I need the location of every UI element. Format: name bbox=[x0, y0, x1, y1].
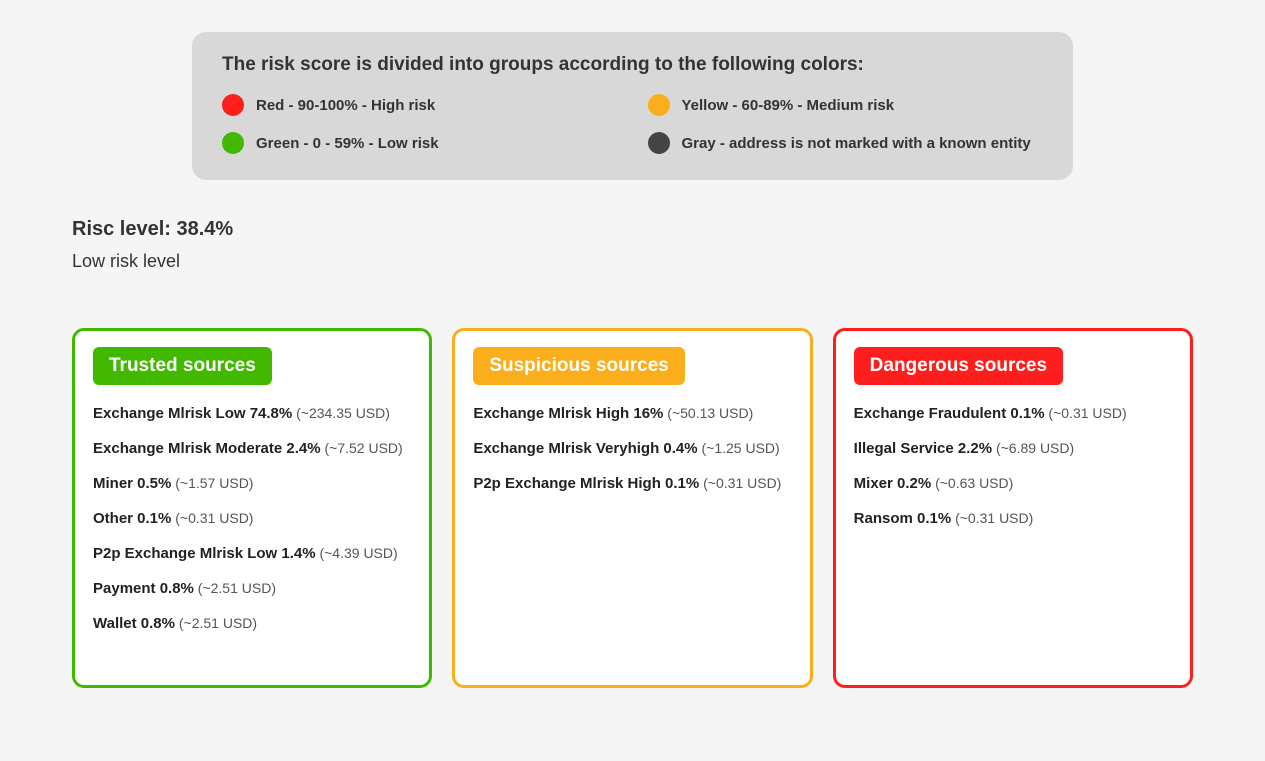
card-trusted: Trusted sources Exchange Mlrisk Low 74.8… bbox=[72, 328, 432, 688]
item-name: Illegal Service 2.2% bbox=[854, 440, 992, 457]
item-name: Exchange Mlrisk Moderate 2.4% bbox=[93, 440, 321, 457]
item-usd: (~0.31 USD) bbox=[1045, 405, 1127, 421]
item-name: Exchange Mlrisk High 16% bbox=[473, 405, 663, 422]
item-name: Miner 0.5% bbox=[93, 475, 171, 492]
legend-box: The risk score is divided into groups ac… bbox=[192, 32, 1073, 180]
card-title-dangerous: Dangerous sources bbox=[854, 347, 1063, 385]
legend-text-red: Red - 90-100% - High risk bbox=[256, 97, 435, 114]
list-item: Wallet 0.8% (~2.51 USD) bbox=[93, 613, 411, 634]
list-item: Ransom 0.1% (~0.31 USD) bbox=[854, 508, 1172, 529]
list-item: Other 0.1% (~0.31 USD) bbox=[93, 508, 411, 529]
card-suspicious: Suspicious sources Exchange Mlrisk High … bbox=[452, 328, 812, 688]
legend-text-gray: Gray - address is not marked with a know… bbox=[682, 135, 1031, 152]
item-usd: (~1.57 USD) bbox=[171, 475, 253, 491]
list-item: Miner 0.5% (~1.57 USD) bbox=[93, 473, 411, 494]
card-trusted-items: Exchange Mlrisk Low 74.8% (~234.35 USD)E… bbox=[93, 403, 411, 634]
dot-green-icon bbox=[222, 132, 244, 154]
list-item: Exchange Mlrisk High 16% (~50.13 USD) bbox=[473, 403, 791, 424]
risk-level: Risc level: 38.4% bbox=[72, 218, 1193, 241]
item-usd: (~2.51 USD) bbox=[194, 580, 276, 596]
item-name: Exchange Fraudulent 0.1% bbox=[854, 405, 1045, 422]
legend-item-red: Red - 90-100% - High risk bbox=[222, 94, 618, 116]
legend-item-gray: Gray - address is not marked with a know… bbox=[648, 132, 1044, 154]
page-container: The risk score is divided into groups ac… bbox=[0, 32, 1265, 728]
item-usd: (~50.13 USD) bbox=[663, 405, 753, 421]
list-item: Exchange Mlrisk Moderate 2.4% (~7.52 USD… bbox=[93, 438, 411, 459]
item-name: Exchange Mlrisk Low 74.8% bbox=[93, 405, 292, 422]
list-item: Exchange Mlrisk Veryhigh 0.4% (~1.25 USD… bbox=[473, 438, 791, 459]
item-name: Payment 0.8% bbox=[93, 580, 194, 597]
item-usd: (~0.63 USD) bbox=[931, 475, 1013, 491]
card-dangerous: Dangerous sources Exchange Fraudulent 0.… bbox=[833, 328, 1193, 688]
list-item: P2p Exchange Mlrisk Low 1.4% (~4.39 USD) bbox=[93, 543, 411, 564]
item-name: Exchange Mlrisk Veryhigh 0.4% bbox=[473, 440, 697, 457]
list-item: Exchange Fraudulent 0.1% (~0.31 USD) bbox=[854, 403, 1172, 424]
legend-grid: Red - 90-100% - High risk Yellow - 60-89… bbox=[222, 94, 1043, 154]
item-usd: (~6.89 USD) bbox=[992, 440, 1074, 456]
item-name: Ransom 0.1% bbox=[854, 510, 952, 527]
item-usd: (~1.25 USD) bbox=[698, 440, 780, 456]
item-usd: (~0.31 USD) bbox=[699, 475, 781, 491]
item-usd: (~7.52 USD) bbox=[321, 440, 403, 456]
list-item: Illegal Service 2.2% (~6.89 USD) bbox=[854, 438, 1172, 459]
list-item: Payment 0.8% (~2.51 USD) bbox=[93, 578, 411, 599]
dot-red-icon bbox=[222, 94, 244, 116]
risk-level-description: Low risk level bbox=[72, 251, 1193, 272]
card-dangerous-items: Exchange Fraudulent 0.1% (~0.31 USD) Ille… bbox=[854, 403, 1172, 529]
item-name: P2p Exchange Mlrisk Low 1.4% bbox=[93, 545, 316, 562]
list-item: P2p Exchange Mlrisk High 0.1% (~0.31 USD… bbox=[473, 473, 791, 494]
cards-row: Trusted sources Exchange Mlrisk Low 74.8… bbox=[72, 328, 1193, 688]
card-title-suspicious: Suspicious sources bbox=[473, 347, 685, 385]
card-suspicious-items: Exchange Mlrisk High 16% (~50.13 USD)Exc… bbox=[473, 403, 791, 494]
list-item: Mixer 0.2% (~0.63 USD) bbox=[854, 473, 1172, 494]
item-usd: (~0.31 USD) bbox=[171, 510, 253, 526]
dot-yellow-icon bbox=[648, 94, 670, 116]
card-title-trusted: Trusted sources bbox=[93, 347, 272, 385]
item-usd: (~2.51 USD) bbox=[175, 615, 257, 631]
item-name: Mixer 0.2% bbox=[854, 475, 932, 492]
item-name: Wallet 0.8% bbox=[93, 615, 175, 632]
legend-title: The risk score is divided into groups ac… bbox=[222, 54, 1043, 76]
item-name: P2p Exchange Mlrisk High 0.1% bbox=[473, 475, 699, 492]
item-usd: (~0.31 USD) bbox=[951, 510, 1033, 526]
item-usd: (~4.39 USD) bbox=[316, 545, 398, 561]
item-usd: (~234.35 USD) bbox=[292, 405, 390, 421]
legend-text-green: Green - 0 - 59% - Low risk bbox=[256, 135, 439, 152]
legend-text-yellow: Yellow - 60-89% - Medium risk bbox=[682, 97, 895, 114]
item-name: Other 0.1% bbox=[93, 510, 171, 527]
dot-gray-icon bbox=[648, 132, 670, 154]
legend-item-green: Green - 0 - 59% - Low risk bbox=[222, 132, 618, 154]
legend-item-yellow: Yellow - 60-89% - Medium risk bbox=[648, 94, 1044, 116]
list-item: Exchange Mlrisk Low 74.8% (~234.35 USD) bbox=[93, 403, 411, 424]
